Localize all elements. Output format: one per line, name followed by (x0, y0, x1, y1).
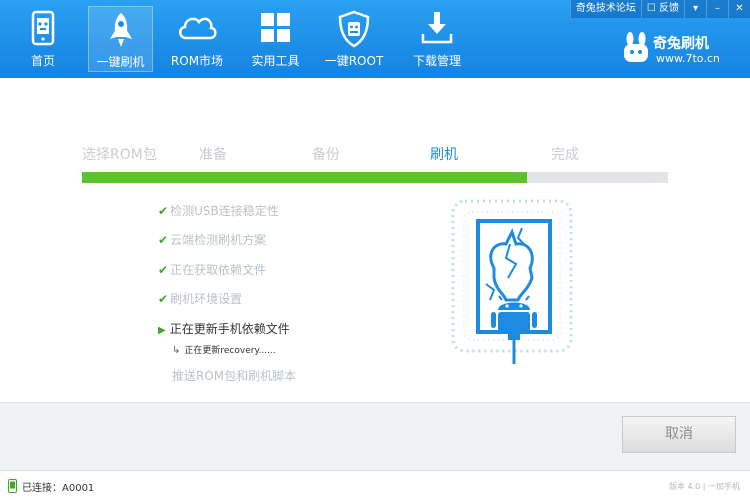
phone-icon (31, 10, 55, 46)
cloud-icon (179, 17, 217, 40)
feedback-link[interactable]: ☐ 反馈 (640, 0, 684, 18)
minimize-icon: – (715, 3, 720, 14)
close-button[interactable]: ✕ (728, 0, 750, 18)
check-icon: ✔ (158, 233, 169, 247)
nav-one-click-flash[interactable]: 一键刷机 (88, 6, 153, 72)
nav-home[interactable]: 首页 (8, 6, 78, 72)
grid-tools-icon (260, 13, 290, 42)
check-icon: ✔ (158, 292, 169, 306)
task-label: 检测USB连接稳定性 (170, 204, 279, 218)
step-complete: 完成 (551, 147, 579, 163)
brand-url: www.7to.cn (656, 52, 720, 65)
rocket-icon (109, 13, 132, 47)
shield-icon (338, 10, 370, 48)
check-icon: ✔ (158, 263, 169, 277)
task-label: 云端检测刷机方案 (170, 233, 267, 247)
task-item-pending: 推送ROM包和刷机脚本 (172, 367, 296, 384)
branch-icon: ↳ (172, 345, 181, 356)
menu-dropdown-button[interactable]: ▾ (684, 0, 706, 18)
task-item: ✔ 检测USB连接稳定性 (158, 202, 279, 219)
feedback-label: 反馈 (659, 3, 679, 14)
nav-rom-market[interactable]: ROM市场 (163, 6, 231, 72)
task-item: ✔ 云端检测刷机方案 (158, 231, 266, 248)
nav-one-click-root[interactable]: 一键ROOT (318, 6, 390, 72)
task-label: 推送ROM包和刷机脚本 (172, 369, 297, 383)
version-info: 版本 4.0 | 一加手机 (668, 482, 740, 491)
nav-utilities-label: 实用工具 (251, 54, 300, 68)
subtask-label: 正在更新recovery...... (184, 346, 276, 356)
nav-utilities[interactable]: 实用工具 (243, 6, 308, 72)
nav-one-click-flash-label: 一键刷机 (96, 55, 145, 69)
step-flash: 刷机 (430, 147, 458, 163)
subtask-status: ↳ 正在更新recovery...... (172, 343, 276, 356)
flashing-phone-illustration (451, 199, 573, 364)
brand-name: 奇兔刷机 (653, 36, 709, 52)
nav-home-label: 首页 (30, 54, 55, 68)
flash-progress-fill (82, 172, 528, 183)
chevron-down-icon: ▾ (692, 3, 699, 14)
rabbit-logo-icon (624, 32, 648, 62)
forum-link[interactable]: 奇兔技术论坛 (569, 0, 641, 18)
header-bar: 首页 一键刷机 ROM市场 实用工具 一键ROOT 下载管理 奇兔技术论坛 ☐ … (0, 0, 750, 78)
play-arrow-icon: ▶ (158, 325, 166, 336)
step-prepare: 准备 (199, 147, 227, 163)
cancel-button[interactable]: 取消 (622, 416, 736, 453)
task-label: 正在更新手机依赖文件 (169, 322, 290, 336)
step-backup: 备份 (312, 147, 340, 163)
task-label: 刷机环境设置 (170, 292, 243, 306)
nav-download-manager-label: 下载管理 (412, 54, 461, 68)
step-select-rom: 选择ROM包 (82, 147, 157, 163)
brand-logo: 奇兔刷机 www.7to.cn (621, 30, 736, 70)
phone-connected-icon (8, 479, 17, 493)
feedback-icon: ☐ (646, 3, 656, 14)
nav-rom-market-label: ROM市场 (170, 54, 224, 68)
download-icon (421, 12, 453, 44)
minimize-button[interactable]: – (706, 0, 728, 18)
connection-status: 已连接：A0001 (22, 483, 95, 494)
task-item: ✔ 正在获取依赖文件 (158, 261, 266, 278)
close-icon: ✕ (735, 3, 744, 14)
task-label: 正在获取依赖文件 (170, 263, 267, 277)
nav-download-manager[interactable]: 下载管理 (402, 6, 472, 72)
check-icon: ✔ (158, 204, 169, 218)
flash-progress-bar (82, 172, 668, 183)
task-item-current: ▶ 正在更新手机依赖文件 (158, 320, 290, 337)
window-topbar: 奇兔技术论坛 ☐ 反馈 ▾ – ✕ (569, 0, 750, 18)
task-item: ✔ 刷机环境设置 (158, 290, 242, 307)
nav-one-click-root-label: 一键ROOT (324, 54, 384, 68)
status-bar: 已连接：A0001 版本 4.0 | 一加手机 (0, 470, 750, 500)
